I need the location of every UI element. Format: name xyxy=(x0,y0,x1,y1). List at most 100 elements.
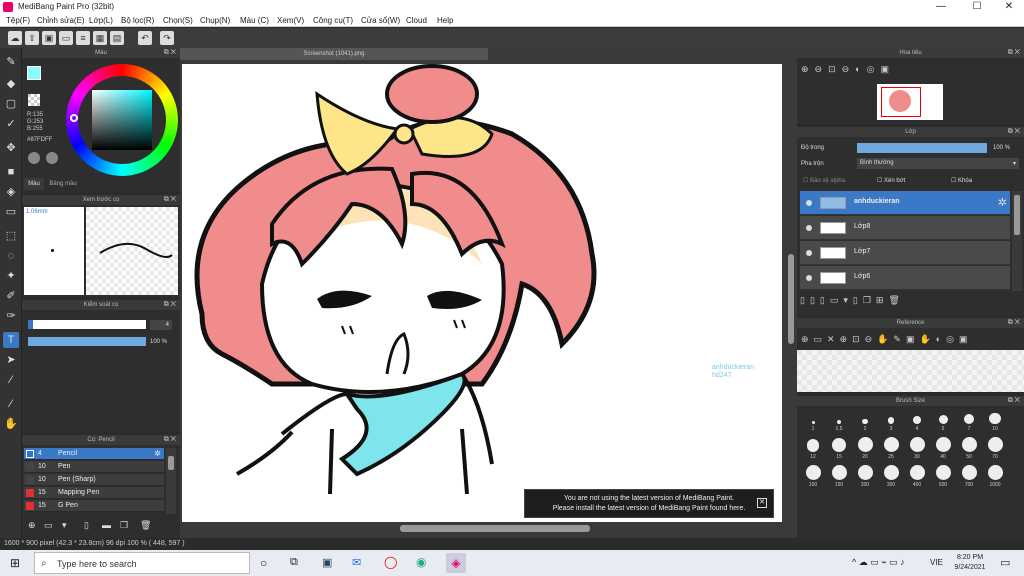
brush-size-option[interactable]: 40 xyxy=(931,437,955,460)
folder-icon[interactable]: ▭ xyxy=(44,520,53,531)
brush-item-mapping-pen[interactable]: 15 Mapping Pen xyxy=(24,487,164,499)
clock[interactable]: 8:20 PM 9/24/2021 xyxy=(950,553,990,573)
menu-view[interactable]: Xem(V) xyxy=(277,16,304,25)
menu-file[interactable]: Tệp(F) xyxy=(6,16,30,25)
transparent-color-swatch[interactable] xyxy=(28,94,40,106)
tab-palette[interactable]: Bảng màu xyxy=(46,178,80,190)
select-pen-tool-icon[interactable]: ✐ xyxy=(3,288,19,304)
notification-icon[interactable]: ▭ xyxy=(1000,556,1010,569)
alpha-protect-checkbox[interactable]: ☐ Bảo vệ alpha xyxy=(803,177,845,184)
eraser-tool-icon[interactable]: ◆ xyxy=(3,76,19,92)
drawing-canvas[interactable]: anhduckieran hd247 xyxy=(182,64,782,522)
navigator-toolbar[interactable]: ⊕⊖⊡⊖◐◎▣ xyxy=(801,64,961,78)
brush-size-option[interactable]: 1000 xyxy=(983,465,1007,488)
hand-tool-icon[interactable]: ✋ xyxy=(3,416,19,432)
undo-icon[interactable]: ↶ xyxy=(138,31,152,45)
canvas-vertical-scrollbar[interactable] xyxy=(786,64,796,522)
hue-wheel[interactable] xyxy=(66,64,178,176)
taskbar-search[interactable]: ⌕ Type here to search xyxy=(34,552,250,574)
brush-tool-icon[interactable]: ✎ xyxy=(3,54,19,70)
brush-size-option[interactable]: 10 xyxy=(983,410,1007,432)
brush-item-g-pen[interactable]: 15 G Pen xyxy=(24,500,164,512)
comment-icon[interactable]: ▭ xyxy=(59,31,73,45)
eyedropper-tool-icon[interactable]: ⁄ xyxy=(3,372,19,388)
navigator-thumbnail[interactable] xyxy=(877,84,943,120)
menu-help[interactable]: Help xyxy=(437,16,453,25)
brush-size-option[interactable]: 25 xyxy=(879,437,903,460)
brush-size-option[interactable]: 50 xyxy=(957,437,981,460)
task-view-icon[interactable]: ⧉ xyxy=(290,556,298,569)
eye-icon[interactable] xyxy=(806,225,812,231)
eye-icon[interactable] xyxy=(806,250,812,256)
brush-item-pencil[interactable]: 4 Pencil ✲ xyxy=(24,448,164,460)
brush-item-pen[interactable]: 10 Pen xyxy=(24,461,164,473)
saturation-square[interactable] xyxy=(92,90,152,150)
gradient-tool-icon[interactable]: ▭ xyxy=(3,204,19,220)
gear-icon[interactable]: ✲ xyxy=(154,449,161,458)
brush-size-option[interactable]: 150 xyxy=(827,465,851,488)
menu-capture[interactable]: Chụp(N) xyxy=(200,16,230,25)
reference-toolbar[interactable]: ⊕▭✕⊕⊡⊖✋✎▣✋◐◎▣ xyxy=(801,334,1021,348)
menu-color[interactable]: Màu (C) xyxy=(240,16,269,25)
grid-icon[interactable]: ▦ xyxy=(93,31,107,45)
menu-cloud[interactable]: Cloud xyxy=(406,16,427,25)
image-icon[interactable]: ▣ xyxy=(42,31,56,45)
add-menu-icon[interactable]: ▾ xyxy=(62,520,67,531)
gear-icon[interactable]: ✲ xyxy=(998,196,1007,209)
layer-item-anhduckieran[interactable]: anhduckieran ✲ xyxy=(800,191,1010,215)
eye-icon[interactable] xyxy=(806,275,812,281)
brush-size-option[interactable]: 100 xyxy=(801,465,825,488)
brush-size-option[interactable]: 20 xyxy=(853,437,877,460)
brush-size-option[interactable]: 12 xyxy=(801,438,825,460)
palette-icon[interactable] xyxy=(28,152,40,164)
magic-wand-tool-icon[interactable]: ✦ xyxy=(3,268,19,284)
brush-size-option[interactable]: 200 xyxy=(853,465,877,488)
redo-icon[interactable]: ↷ xyxy=(160,31,174,45)
layer-item-lop8[interactable]: Lớp8 xyxy=(800,216,1010,240)
eye-icon[interactable] xyxy=(806,200,812,206)
minimize-button[interactable]: — xyxy=(926,0,956,14)
size-slider[interactable] xyxy=(28,320,146,329)
brush-size-option[interactable]: 400 xyxy=(905,465,929,488)
size-value[interactable]: 4 xyxy=(150,320,172,330)
store-icon[interactable]: ▣ xyxy=(322,556,332,569)
rect-tool-icon[interactable]: ▢ xyxy=(3,96,19,112)
layer-toolbar[interactable]: ▯▯▯▭▾▯❐⊞🗑 xyxy=(800,295,1000,309)
menu-window[interactable]: Cửa sổ(W) xyxy=(361,16,400,25)
clipping-checkbox[interactable]: ☐ Xén bớt xyxy=(877,177,905,184)
copy-icon[interactable]: ❐ xyxy=(120,520,128,531)
opera-icon[interactable]: ◯ xyxy=(384,555,397,569)
maximize-button[interactable]: ☐ xyxy=(962,0,992,14)
menu-tools[interactable]: Công cụ(T) xyxy=(313,16,353,25)
check-tool-icon[interactable]: ✓ xyxy=(3,116,19,132)
brush-size-option[interactable]: 70 xyxy=(983,437,1007,460)
language-indicator[interactable]: VIE xyxy=(930,558,943,567)
reference-view[interactable] xyxy=(797,350,1024,392)
menu-filter[interactable]: Bộ lọc(R) xyxy=(121,16,154,25)
bucket-tool-icon[interactable]: ◈ xyxy=(3,184,19,200)
text-tool-icon[interactable]: T xyxy=(3,332,19,348)
lasso-tool-icon[interactable]: ◌ xyxy=(3,248,19,264)
brush-size-option[interactable]: 15 xyxy=(827,438,851,460)
dropper-tool-icon[interactable]: ⁄ xyxy=(3,396,19,412)
document-tab[interactable]: Screenshot (1041).png xyxy=(180,48,488,60)
layer-item-lop7[interactable]: Lớp7 xyxy=(800,241,1010,265)
brush-size-option[interactable]: 7 xyxy=(957,410,981,432)
brush-size-option[interactable]: 1.5 xyxy=(827,410,851,432)
layer-scrollbar[interactable] xyxy=(1012,191,1022,291)
brush-size-option[interactable]: 500 xyxy=(931,465,955,488)
brush-size-option[interactable]: 2 xyxy=(853,410,877,432)
panel-icon[interactable]: ▤ xyxy=(110,31,124,45)
document-icon[interactable]: ▯ xyxy=(84,520,89,531)
tab-color[interactable]: Màu xyxy=(24,178,44,190)
brush-size-option[interactable]: 30 xyxy=(905,437,929,460)
cloud-icon[interactable]: ☁ xyxy=(8,31,22,45)
layer-item-lop6[interactable]: Lớp6 xyxy=(800,266,1010,290)
brush-size-option[interactable]: 5 xyxy=(931,410,955,432)
blend-select[interactable]: Bình thường ▾ xyxy=(857,158,1019,169)
layer-opacity-slider[interactable] xyxy=(857,143,987,153)
brush-size-option[interactable]: 1 xyxy=(801,410,825,432)
opacity-slider[interactable] xyxy=(28,337,146,346)
move-tool-icon[interactable]: ✥ xyxy=(3,140,19,156)
menu-layer[interactable]: Lớp(L) xyxy=(89,16,113,25)
